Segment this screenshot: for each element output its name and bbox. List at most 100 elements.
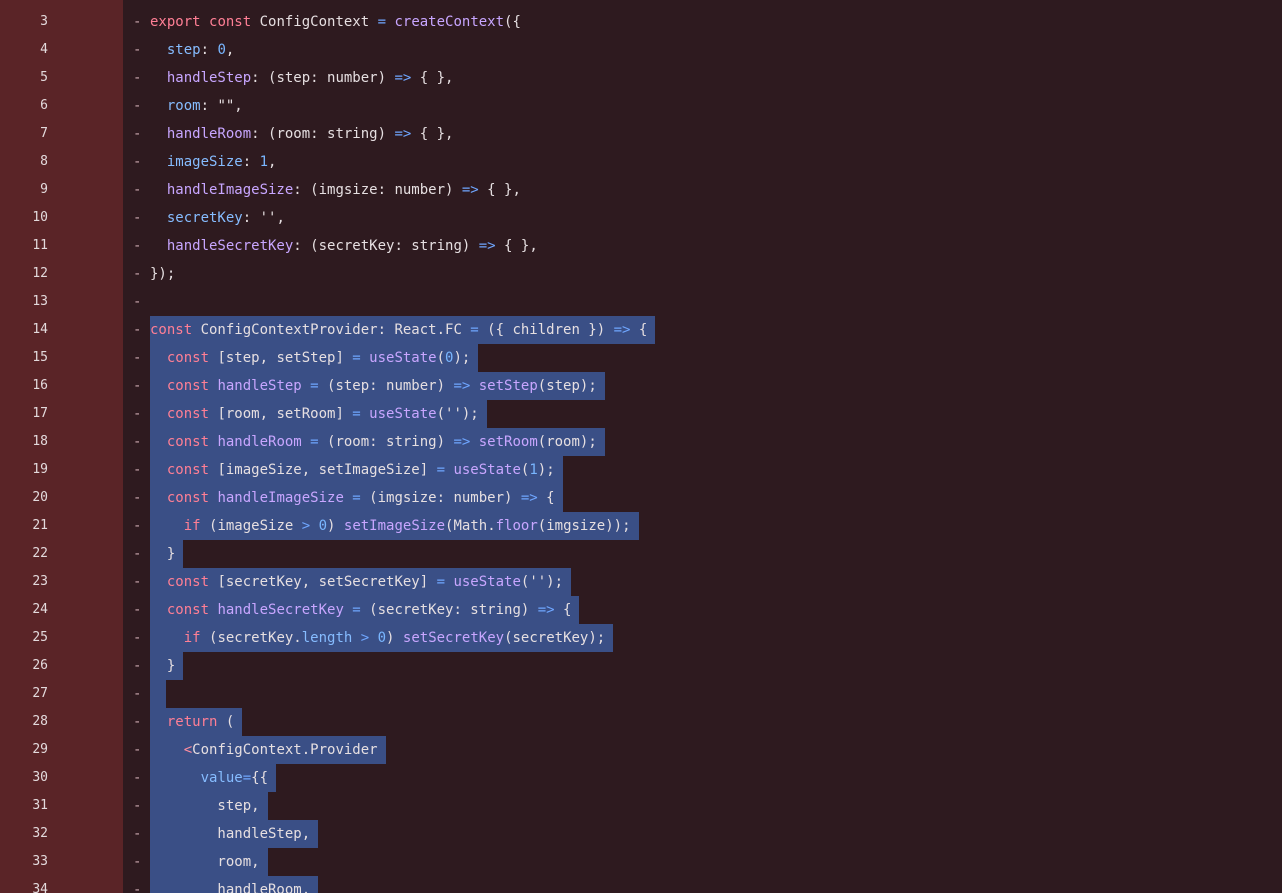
selected-code-text[interactable]: handleStep, <box>150 820 319 848</box>
code-line[interactable]: 12 -}); <box>0 260 1282 288</box>
code-line[interactable]: 19 - const [imageSize, setImageSize] = us… <box>0 456 1282 484</box>
code-line[interactable]: 11 - handleSecretKey: (secretKey: string)… <box>0 232 1282 260</box>
selected-code-text[interactable]: step, <box>150 792 268 820</box>
code-line[interactable]: 5 - handleStep: (step: number) => { }, <box>0 64 1282 92</box>
line-number: 8 <box>40 154 48 169</box>
code-token: = <box>470 322 488 338</box>
code-line[interactable]: 9 - handleImageSize: (imgsize: number) =>… <box>0 176 1282 204</box>
selected-code-text[interactable]: const [step, setStep] = useState(0); <box>150 344 479 372</box>
code-token: { <box>563 602 572 618</box>
selected-code-text[interactable]: } <box>150 540 184 568</box>
code-line[interactable]: 7 - handleRoom: (room: string) => { }, <box>0 120 1282 148</box>
selected-code-text[interactable]: const ConfigContextProvider: React.FC = … <box>150 316 656 344</box>
code-line[interactable]: 13 - <box>0 288 1282 316</box>
code-token: ) <box>327 518 344 534</box>
code-text[interactable]: handleRoom: (room: string) => { }, <box>150 120 454 148</box>
code-line[interactable]: 4 - step: 0, <box>0 36 1282 64</box>
selected-code-text[interactable]: handleRoom, <box>150 876 319 893</box>
line-number: 33 <box>32 854 48 869</box>
code-token: => <box>453 434 479 450</box>
code-token: handleImageSize <box>166 182 294 198</box>
code-text[interactable]: handleStep: (step: number) => { }, <box>150 64 454 92</box>
code-line[interactable]: 14 - const ConfigContextProvider: React.FC… <box>0 316 1282 344</box>
code-text[interactable]: imageSize: 1, <box>150 148 277 176</box>
code-text[interactable]: room: "", <box>150 92 243 120</box>
selected-code-text[interactable]: const [secretKey, setSecretKey] = useSta… <box>150 568 572 596</box>
selected-code-text[interactable]: const [room, setRoom] = useState(''); <box>150 400 487 428</box>
line-number: 29 <box>32 742 48 757</box>
code-line[interactable]: 29 - <ConfigContext.Provider <box>0 736 1282 764</box>
code-line[interactable]: 18 - const handleRoom = (room: string) =>… <box>0 428 1282 456</box>
code-text[interactable]: step: 0, <box>150 36 234 64</box>
code-token: => <box>613 322 639 338</box>
selected-code-text[interactable]: const handleStep = (step: number) => set… <box>150 372 605 400</box>
code-text[interactable]: }); <box>150 260 175 288</box>
diff-removed-marker: - <box>133 462 142 478</box>
code-token: handleImageSize <box>217 490 353 506</box>
selected-code-text[interactable]: if (secretKey.length > 0) setSecretKey(s… <box>150 624 614 652</box>
code-token: [secretKey, setSecretKey] <box>217 574 437 590</box>
line-number: 17 <box>32 406 48 421</box>
code-line[interactable]: 28 - return ( <box>0 708 1282 736</box>
code-text[interactable]: secretKey: '', <box>150 204 285 232</box>
selected-code-text[interactable]: return ( <box>150 708 243 736</box>
code-line[interactable]: 24 - const handleSecretKey = (secretKey: … <box>0 596 1282 624</box>
selected-code-text[interactable]: const handleRoom = (room: string) => set… <box>150 428 605 456</box>
code-token: (secretKey. <box>209 630 302 646</box>
code-line[interactable]: 10 - secretKey: '', <box>0 204 1282 232</box>
line-number: 15 <box>32 350 48 365</box>
code-line[interactable]: 16 - const handleStep = (step: number) =>… <box>0 372 1282 400</box>
line-number: 26 <box>32 658 48 673</box>
code-text[interactable]: export const ConfigContext = createConte… <box>150 8 521 36</box>
code-line[interactable]: 8 - imageSize: 1, <box>0 148 1282 176</box>
code-token: secretKey <box>166 210 243 226</box>
code-token: : (step: number) <box>251 70 395 86</box>
selected-code-text[interactable]: } <box>150 652 184 680</box>
code-token: > <box>301 518 319 534</box>
code-line[interactable]: 30 - value={{ <box>0 764 1282 792</box>
selected-code-text[interactable]: value={{ <box>150 764 277 792</box>
code-line[interactable]: 27 - <box>0 680 1282 708</box>
line-number: 21 <box>32 518 48 533</box>
code-text[interactable]: handleSecretKey: (secretKey: string) => … <box>150 232 538 260</box>
code-token: , <box>268 154 277 170</box>
code-token: ({ children }) <box>487 322 614 338</box>
code-line[interactable]: 34 - handleRoom, <box>0 876 1282 893</box>
code-line[interactable]: 33 - room, <box>0 848 1282 876</box>
code-line[interactable]: 26 - } <box>0 652 1282 680</box>
code-token: { }, <box>419 126 454 142</box>
code-token: (step); <box>537 378 597 394</box>
code-token: [room, setRoom] <box>217 406 353 422</box>
code-line[interactable]: 22 - } <box>0 540 1282 568</box>
code-text[interactable]: handleImageSize: (imgsize: number) => { … <box>150 176 521 204</box>
code-line[interactable]: 20 - const handleImageSize = (imgsize: nu… <box>0 484 1282 512</box>
selected-code-text[interactable]: const [imageSize, setImageSize] = useSta… <box>150 456 563 484</box>
code-line[interactable]: 15 - const [step, setStep] = useState(0); <box>0 344 1282 372</box>
code-token: ({ <box>504 14 521 30</box>
selected-code-text[interactable]: const handleSecretKey = (secretKey: stri… <box>150 596 580 624</box>
selected-code-text[interactable]: room, <box>150 848 268 876</box>
code-line[interactable]: 31 - step, <box>0 792 1282 820</box>
code-token: setRoom <box>478 434 538 450</box>
code-line[interactable]: 32 - handleStep, <box>0 820 1282 848</box>
code-line[interactable]: 3 - export const ConfigContext = createCon… <box>0 8 1282 36</box>
code-line[interactable]: 25 - if (secretKey.length > 0) setSecretK… <box>0 624 1282 652</box>
code-line[interactable]: 17 - const [room, setRoom] = useState('')… <box>0 400 1282 428</box>
selected-code-text[interactable]: if (imageSize > 0) setImageSize(Math.flo… <box>150 512 639 540</box>
code-token: ( <box>225 714 235 730</box>
line-number: 24 <box>32 602 48 617</box>
code-token: "" <box>217 98 235 114</box>
code-line[interactable]: 21 - if (imageSize > 0) setImageSize(Math… <box>0 512 1282 540</box>
code-line[interactable]: 23 - const [secretKey, setSecretKey] = us… <box>0 568 1282 596</box>
selected-code-text[interactable]: <ConfigContext.Provider <box>150 736 386 764</box>
selected-code-text[interactable] <box>150 680 167 708</box>
code-line[interactable]: 6 - room: "", <box>0 92 1282 120</box>
code-token: : (secretKey: string) <box>293 238 479 254</box>
code-token: { }, <box>487 182 521 198</box>
selected-code-text[interactable]: const handleImageSize = (imgsize: number… <box>150 484 563 512</box>
code-token: : <box>242 210 260 226</box>
